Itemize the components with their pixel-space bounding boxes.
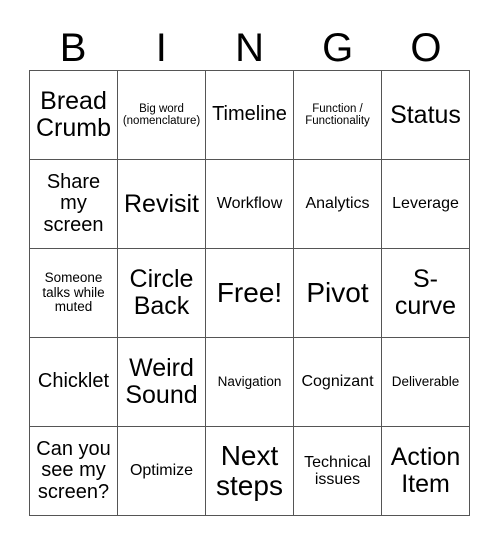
bingo-cell[interactable]: Timeline xyxy=(206,71,294,160)
bingo-cell[interactable]: Someone talks while muted xyxy=(30,249,118,338)
bingo-cell-label: Revisit xyxy=(123,189,199,218)
bingo-cell-label: Deliverable xyxy=(391,373,460,389)
bingo-cell-label: Status xyxy=(390,100,461,129)
bingo-cell[interactable]: Workflow xyxy=(206,160,294,249)
bingo-cell-label: Chicklet xyxy=(37,370,110,393)
header-letter-n: N xyxy=(235,26,264,70)
bingo-cell-label: Function / Functionality xyxy=(305,102,370,127)
bingo-cell[interactable]: Analytics xyxy=(294,160,382,249)
bingo-cell-label: Technical issues xyxy=(304,453,371,488)
bingo-cell[interactable]: Big word (nomenclature) xyxy=(118,71,206,160)
bingo-cell-free-space[interactable]: Free! xyxy=(206,249,294,338)
bingo-cell[interactable]: Leverage xyxy=(382,160,470,249)
bingo-cell[interactable]: Can you see my screen? xyxy=(30,427,118,516)
bingo-cell[interactable]: Action Item xyxy=(382,427,470,516)
bingo-cell-label: Next steps xyxy=(216,439,283,501)
bingo-cell-label: Navigation xyxy=(217,373,282,389)
bingo-cell-label: Circle Back xyxy=(129,265,194,320)
bingo-cell[interactable]: Circle Back xyxy=(118,249,206,338)
bingo-grid: Bread Crumb Big word (nomenclature) Timeli… xyxy=(29,70,470,516)
bingo-cell-label: Free! xyxy=(216,276,283,308)
bingo-cell-label: Timeline xyxy=(212,103,287,126)
bingo-cell[interactable]: Status xyxy=(382,71,470,160)
bingo-cell-label: Big word (nomenclature) xyxy=(122,102,201,127)
bingo-cell[interactable]: Technical issues xyxy=(294,427,382,516)
bingo-cell[interactable]: Optimize xyxy=(118,427,206,516)
bingo-cell-label: Share my screen xyxy=(43,170,104,236)
bingo-cell[interactable]: Pivot xyxy=(294,249,382,338)
bingo-cell[interactable]: Navigation xyxy=(206,338,294,427)
bingo-cell[interactable]: S- curve xyxy=(382,249,470,338)
bingo-cell-label: Action Item xyxy=(390,443,461,498)
bingo-cell[interactable]: Share my screen xyxy=(30,160,118,249)
bingo-cell[interactable]: Bread Crumb xyxy=(30,71,118,160)
bingo-cell-label: Workflow xyxy=(216,195,283,213)
bingo-cell[interactable]: Weird Sound xyxy=(118,338,206,427)
bingo-cell[interactable]: Function / Functionality xyxy=(294,71,382,160)
bingo-card: B I N G O Bread Crumb Big word (nomenclat… xyxy=(0,0,500,544)
bingo-cell[interactable]: Revisit xyxy=(118,160,206,249)
bingo-cell-label: Can you see my screen? xyxy=(36,437,111,503)
bingo-cell-label: Cognizant xyxy=(301,373,374,391)
bingo-cell-label: Pivot xyxy=(306,276,369,308)
bingo-cell-label: Optimize xyxy=(129,462,194,480)
header-letter-b: B xyxy=(59,26,87,70)
bingo-cell-label: Bread Crumb xyxy=(35,87,111,142)
bingo-cell[interactable]: Deliverable xyxy=(382,338,470,427)
header-letter-i: I xyxy=(155,26,167,70)
bingo-cell[interactable]: Next steps xyxy=(206,427,294,516)
bingo-header: B I N G O xyxy=(29,16,470,70)
header-letter-g: G xyxy=(322,26,354,70)
bingo-cell-label: Weird Sound xyxy=(125,354,198,409)
header-letter-o: O xyxy=(410,26,442,70)
bingo-cell-label: Someone talks while muted xyxy=(42,270,105,315)
bingo-cell-label: Leverage xyxy=(392,195,459,213)
bingo-cell-label: S- curve xyxy=(394,265,457,320)
bingo-cell[interactable]: Cognizant xyxy=(294,338,382,427)
bingo-cell-label: Analytics xyxy=(305,195,370,213)
bingo-cell[interactable]: Chicklet xyxy=(30,338,118,427)
